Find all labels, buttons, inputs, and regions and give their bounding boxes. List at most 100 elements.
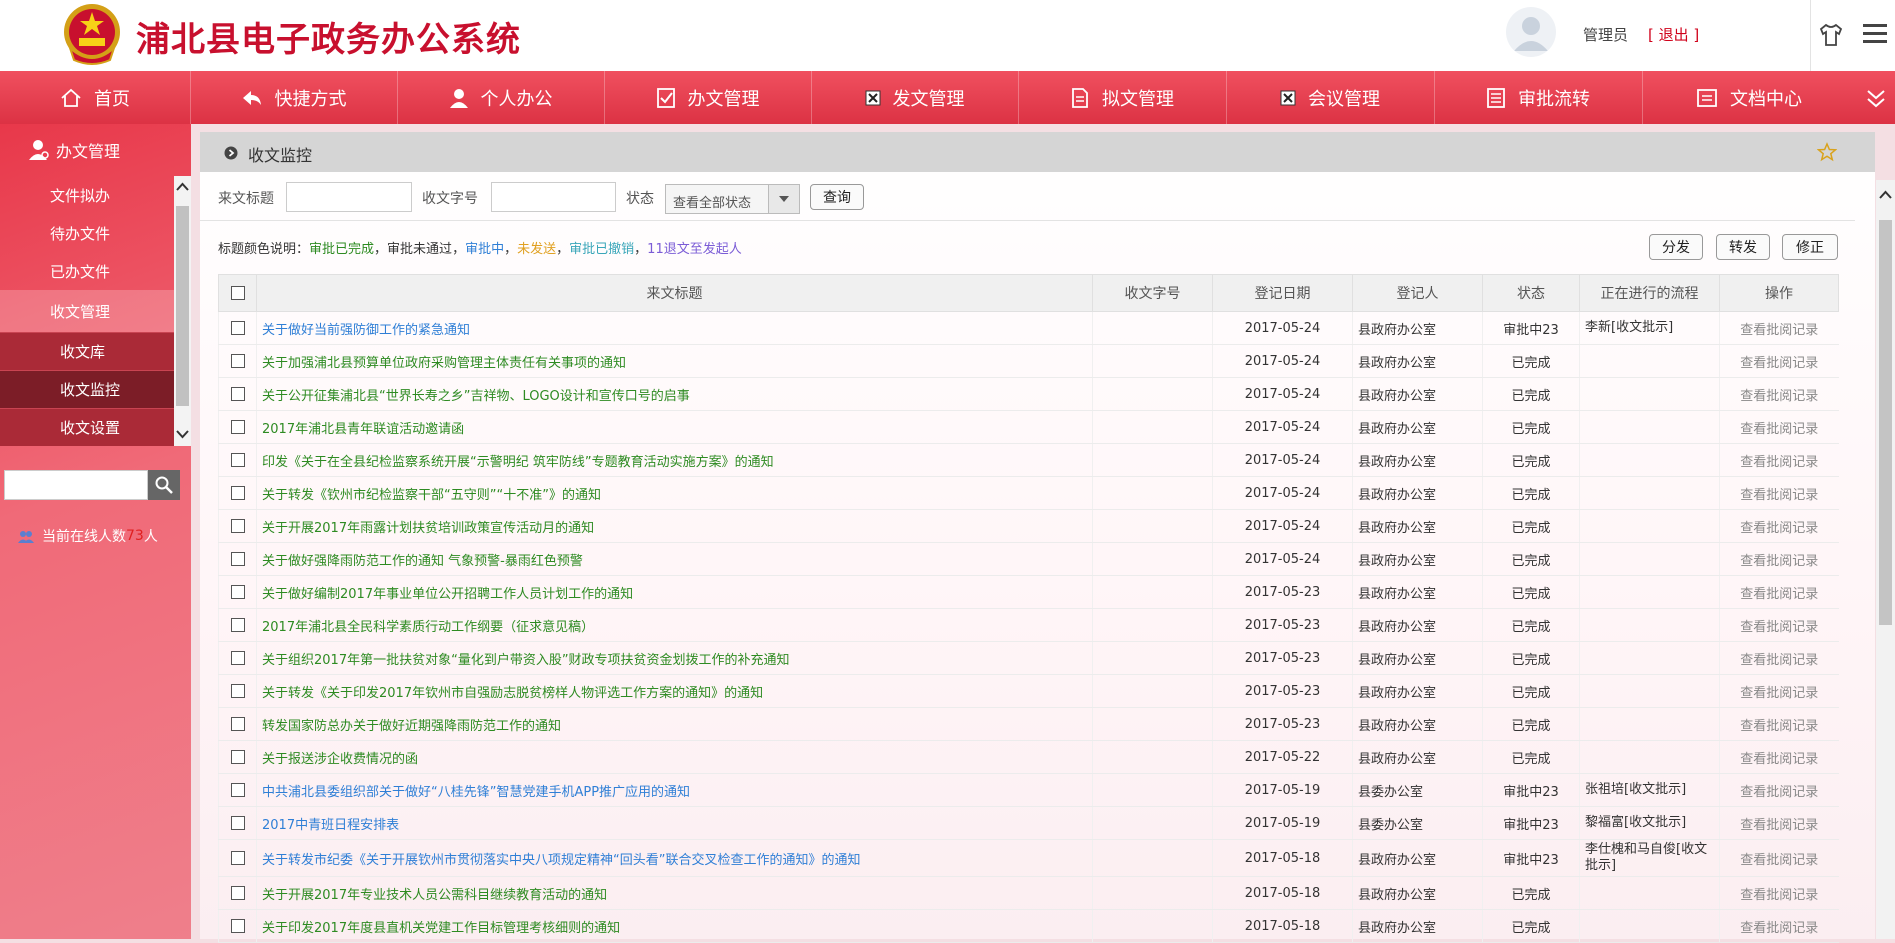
- table-row[interactable]: 关于转发《关于印发2017年钦州市自强励志脱贫榜样人物评选工作方案的通知》的通知…: [218, 674, 1839, 708]
- row-title-link[interactable]: 关于报送涉企收费情况的函: [256, 740, 1093, 774]
- column-header[interactable]: 来文标题: [256, 274, 1093, 312]
- row-checkbox[interactable]: [230, 387, 245, 401]
- view-records-link[interactable]: 查看批阅记录: [1719, 707, 1839, 741]
- title-filter-input[interactable]: [286, 182, 412, 212]
- avatar[interactable]: [1506, 7, 1556, 57]
- distribute-button[interactable]: 分发: [1649, 234, 1703, 260]
- row-title-link[interactable]: 关于转发《关于印发2017年钦州市自强励志脱贫榜样人物评选工作方案的通知》的通知: [256, 674, 1093, 708]
- table-row[interactable]: 关于转发市纪委《关于开展钦州市贯彻落实中央八项规定精神“回头看”联合交叉检查工作…: [218, 839, 1839, 877]
- sidebar-scrollbar[interactable]: [174, 176, 191, 446]
- row-checkbox[interactable]: [230, 684, 245, 698]
- star-icon[interactable]: [1817, 142, 1837, 162]
- table-row[interactable]: 关于组织2017年第一批扶贫对象“量化到户带资入股”财政专项扶贫资金划拨工作的补…: [218, 641, 1839, 675]
- select-arrow-button[interactable]: [768, 185, 799, 213]
- row-checkbox[interactable]: [230, 919, 245, 933]
- row-checkbox[interactable]: [230, 321, 245, 335]
- logout-link[interactable]: [ 退出 ]: [1648, 24, 1699, 45]
- column-header[interactable]: 操作: [1719, 274, 1839, 312]
- view-records-link[interactable]: 查看批阅记录: [1719, 476, 1839, 510]
- sidebar-scroll-thumb[interactable]: [176, 206, 189, 406]
- query-button[interactable]: 查询: [810, 184, 864, 210]
- sidebar-item-done-files[interactable]: 已办文件: [0, 252, 174, 290]
- row-title-link[interactable]: 2017中青班日程安排表: [256, 806, 1093, 840]
- row-checkbox[interactable]: [230, 420, 245, 434]
- table-row[interactable]: 中共浦北县委组织部关于做好“八桂先锋”智慧党建手机APP推广应用的通知 2017-…: [218, 773, 1839, 807]
- nav-item-drafting[interactable]: 拟文管理: [1018, 71, 1227, 124]
- sidebar-item-todo-files[interactable]: 待办文件: [0, 214, 174, 252]
- table-row[interactable]: 印发《关于在全县纪检监察系统开展“示警明纪 筑牢防线”专题教育活动实施方案》的通…: [218, 443, 1839, 477]
- row-title-link[interactable]: 中共浦北县委组织部关于做好“八桂先锋”智慧党建手机APP推广应用的通知: [256, 773, 1093, 807]
- table-row[interactable]: 2017年浦北县青年联谊活动邀请函 2017-05-24 县政府办公室 已完成 查看批阅…: [218, 410, 1839, 444]
- table-row[interactable]: 关于公开征集浦北县“世界长寿之乡”吉祥物、LOGO设计和宣传口号的启事 2017-…: [218, 377, 1839, 411]
- hamburger-menu-icon[interactable]: [1862, 20, 1888, 48]
- row-title-link[interactable]: 关于公开征集浦北县“世界长寿之乡”吉祥物、LOGO设计和宣传口号的启事: [256, 377, 1093, 411]
- row-title-link[interactable]: 关于转发市纪委《关于开展钦州市贯彻落实中央八项规定精神“回头看”联合交叉检查工作…: [256, 839, 1093, 877]
- main-scrollbar[interactable]: [1876, 180, 1895, 939]
- view-records-link[interactable]: 查看批阅记录: [1719, 674, 1839, 708]
- row-title-link[interactable]: 关于印发2017年度县直机关党建工作目标管理考核细则的通知: [256, 909, 1093, 943]
- row-title-link[interactable]: 关于开展2017年专业技术人员公需科目继续教育活动的通知: [256, 876, 1093, 910]
- row-checkbox[interactable]: [230, 750, 245, 764]
- view-records-link[interactable]: 查看批阅记录: [1719, 773, 1839, 807]
- column-header[interactable]: 状态: [1482, 274, 1580, 312]
- row-title-link[interactable]: 印发《关于在全县纪检监察系统开展“示警明纪 筑牢防线”专题教育活动实施方案》的通…: [256, 443, 1093, 477]
- view-records-link[interactable]: 查看批阅记录: [1719, 806, 1839, 840]
- row-checkbox[interactable]: [230, 851, 245, 865]
- row-checkbox[interactable]: [230, 354, 245, 368]
- nav-item-approval[interactable]: 审批流转: [1434, 71, 1643, 124]
- view-records-link[interactable]: 查看批阅记录: [1719, 876, 1839, 910]
- sidebar-item-receive-manage[interactable]: 收文管理: [0, 290, 174, 332]
- row-title-link[interactable]: 关于加强浦北县预算单位政府采购管理主体责任有关事项的通知: [256, 344, 1093, 378]
- row-checkbox[interactable]: [230, 886, 245, 900]
- column-header[interactable]: 收文字号: [1092, 274, 1213, 312]
- row-checkbox[interactable]: [230, 618, 245, 632]
- row-checkbox[interactable]: [230, 453, 245, 467]
- row-title-link[interactable]: 关于转发《钦州市纪检监察干部“五守则”“十不准”》的通知: [256, 476, 1093, 510]
- row-title-link[interactable]: 转发国家防总办关于做好近期强降雨防范工作的通知: [256, 707, 1093, 741]
- row-checkbox[interactable]: [230, 585, 245, 599]
- status-select[interactable]: 查看全部状态: [665, 184, 800, 214]
- row-checkbox[interactable]: [230, 816, 245, 830]
- row-title-link[interactable]: 2017年浦北县青年联谊活动邀请函: [256, 410, 1093, 444]
- row-checkbox[interactable]: [230, 783, 245, 797]
- row-checkbox[interactable]: [230, 486, 245, 500]
- view-records-link[interactable]: 查看批阅记录: [1719, 641, 1839, 675]
- nav-item-doc-handling[interactable]: 办文管理: [604, 71, 812, 124]
- sidebar-subitem-receive-monitor[interactable]: 收文监控: [0, 370, 174, 408]
- nav-item-dispatch[interactable]: 发文管理: [811, 71, 1019, 124]
- forward-button[interactable]: 转发: [1716, 234, 1770, 260]
- table-row[interactable]: 关于印发2017年度县直机关党建工作目标管理考核细则的通知 2017-05-18 县…: [218, 909, 1839, 943]
- select-all-checkbox[interactable]: [230, 286, 245, 300]
- table-row[interactable]: 关于做好当前强防御工作的紧急通知 2017-05-24 县政府办公室 审批中23 李新[…: [218, 311, 1839, 345]
- chevron-up-icon[interactable]: [1879, 190, 1892, 200]
- view-records-link[interactable]: 查看批阅记录: [1719, 344, 1839, 378]
- sidebar-search-button[interactable]: [148, 470, 180, 500]
- view-records-link[interactable]: 查看批阅记录: [1719, 542, 1839, 576]
- row-title-link[interactable]: 关于做好当前强防御工作的紧急通知: [256, 311, 1093, 345]
- table-row[interactable]: 2017年浦北县全民科学素质行动工作纲要（征求意见稿） 2017-05-23 县政府…: [218, 608, 1839, 642]
- table-row[interactable]: 关于加强浦北县预算单位政府采购管理主体责任有关事项的通知 2017-05-24 县政…: [218, 344, 1839, 378]
- nav-more-button[interactable]: [1856, 71, 1895, 124]
- sidebar-subitem-receive-library[interactable]: 收文库: [0, 332, 174, 370]
- table-row[interactable]: 关于做好编制2017年事业单位公开招聘工作人员计划工作的通知 2017-05-23…: [218, 575, 1839, 609]
- row-title-link[interactable]: 关于做好强降雨防范工作的通知 气象预警-暴雨红色预警: [256, 542, 1093, 576]
- row-title-link[interactable]: 2017年浦北县全民科学素质行动工作纲要（征求意见稿）: [256, 608, 1093, 642]
- view-records-link[interactable]: 查看批阅记录: [1719, 410, 1839, 444]
- table-row[interactable]: 2017中青班日程安排表 2017-05-19 县委办公室 审批中23 黎福富[收文批示…: [218, 806, 1839, 840]
- view-records-link[interactable]: 查看批阅记录: [1719, 740, 1839, 774]
- row-checkbox[interactable]: [230, 651, 245, 665]
- table-row[interactable]: 关于报送涉企收费情况的函 2017-05-22 县政府办公室 已完成 查看批阅记录: [218, 740, 1839, 774]
- table-row[interactable]: 关于开展2017年雨露计划扶贫培训政策宣传活动月的通知 2017-05-24 县政府…: [218, 509, 1839, 543]
- nav-item-doc-center[interactable]: 文档中心: [1642, 71, 1856, 124]
- skin-shirt-icon[interactable]: [1818, 22, 1844, 48]
- table-row[interactable]: 关于做好强降雨防范工作的通知 气象预警-暴雨红色预警 2017-05-24 县政府办…: [218, 542, 1839, 576]
- view-records-link[interactable]: 查看批阅记录: [1719, 377, 1839, 411]
- table-row[interactable]: 关于开展2017年专业技术人员公需科目继续教育活动的通知 2017-05-18 县政…: [218, 876, 1839, 910]
- table-row[interactable]: 转发国家防总办关于做好近期强降雨防范工作的通知 2017-05-23 县政府办公室已…: [218, 707, 1839, 741]
- view-records-link[interactable]: 查看批阅记录: [1719, 443, 1839, 477]
- column-header[interactable]: 正在进行的流程: [1579, 274, 1720, 312]
- row-checkbox[interactable]: [230, 519, 245, 533]
- main-scroll-thumb[interactable]: [1879, 220, 1892, 625]
- nav-item-meeting[interactable]: 会议管理: [1226, 71, 1435, 124]
- view-records-link[interactable]: 查看批阅记录: [1719, 311, 1839, 345]
